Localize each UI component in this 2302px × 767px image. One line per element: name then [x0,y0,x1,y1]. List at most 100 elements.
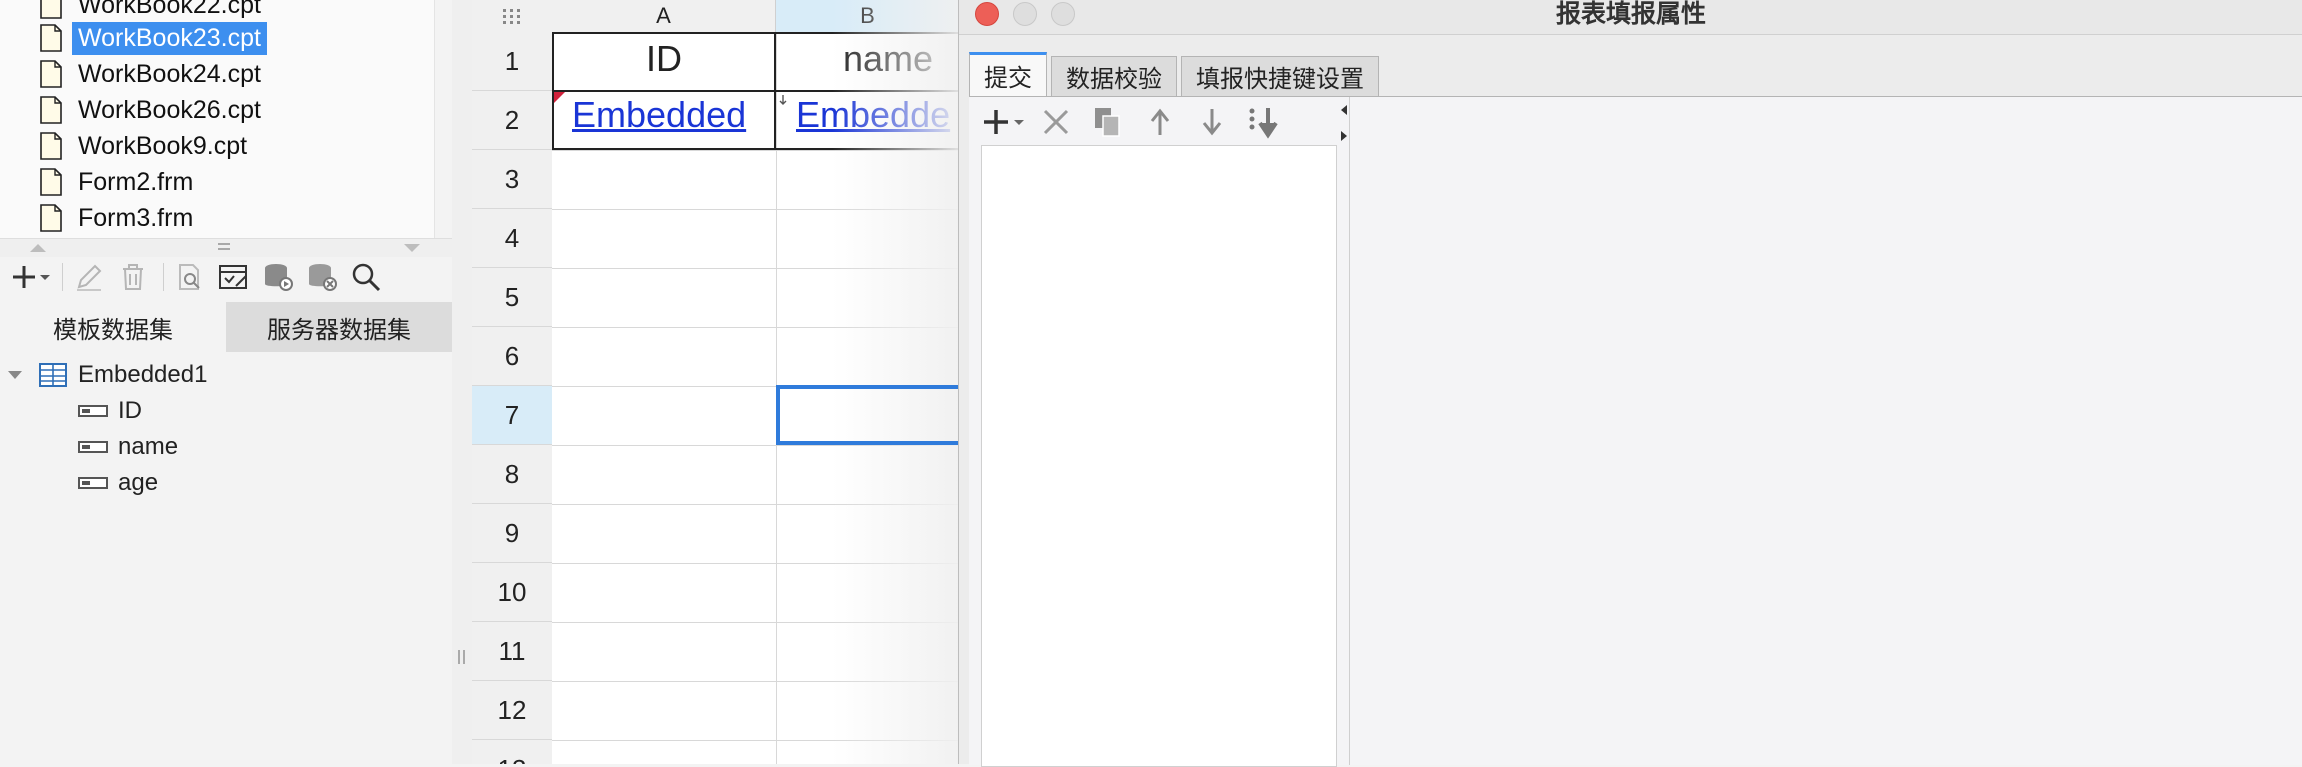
file-item[interactable]: WorkBook24.cpt [40,57,267,91]
file-list-scrollbar[interactable] [434,0,453,238]
panel-splitter[interactable] [0,238,452,257]
sheet-split-handle[interactable] [452,0,473,764]
file-item[interactable]: WorkBook26.cpt [40,93,267,127]
file-label: WorkBook24.cpt [78,59,261,88]
report-fill-properties-dialog: 报表填报属性 提交 数据校验 填报快捷键设置 [958,0,2302,767]
row-header-cell[interactable]: 11 [472,622,552,681]
file-item-selected[interactable]: WorkBook23.cpt [40,21,267,55]
row-header-cell[interactable]: 8 [472,445,552,504]
file-label: WorkBook23.cpt [72,21,267,55]
dataset-tree: Embedded1 ID name age [0,352,452,764]
plus-dropdown-icon [13,266,50,288]
plus-dropdown-icon [984,110,1024,134]
disconnect-database-button[interactable] [302,257,342,297]
file-icon [40,60,62,88]
row-header-cell[interactable]: 6 [472,327,552,386]
file-list: WorkBook22.cpt WorkBook23.cpt WorkBook24… [0,0,434,238]
field-label: name [118,433,179,460]
move-up-button[interactable] [1137,101,1183,143]
database-close-icon [309,264,337,291]
column-header-a[interactable]: A [552,0,776,32]
file-icon [40,168,62,196]
tab-data-validation[interactable]: 数据校验 [1051,56,1177,96]
dialog-tabs: 提交 数据校验 填报快捷键设置 [969,52,1383,96]
tree-node-field[interactable]: age [78,466,158,500]
dialog-title: 报表填报属性 [1555,0,1706,28]
tree-node-field[interactable]: ID [78,394,142,428]
row-header-cell-selected[interactable]: 7 [472,386,552,445]
remove-submit-button[interactable] [1033,101,1079,143]
file-label: WorkBook26.cpt [78,95,261,124]
dialog-titlebar[interactable]: 报表填报属性 [959,0,2302,35]
trash-icon [123,264,143,290]
toolbar-separator [163,263,164,291]
copy-icon [1095,108,1120,137]
preview-icon [179,264,200,290]
file-label: WorkBook22.cpt [78,0,261,19]
file-icon [40,96,62,124]
row-header-cell[interactable]: 2 [472,91,552,150]
file-icon [40,24,62,52]
collapse-arrow-icon[interactable] [1339,103,1349,143]
file-item[interactable]: Form3.frm [40,201,199,235]
row-header-cell[interactable]: 1 [472,32,552,91]
file-label: Form2.frm [78,167,194,196]
row-header-cell[interactable]: 5 [472,268,552,327]
preview-dataset-button[interactable] [170,257,210,297]
selected-cell-b7[interactable] [776,385,966,445]
field-icon [78,405,108,417]
search-icon [352,263,381,292]
cell-a2[interactable]: Embedded [572,94,772,146]
left-panel: WorkBook22.cpt WorkBook23.cpt WorkBook24… [0,0,453,764]
table-edit-icon [219,265,247,289]
connect-database-button[interactable] [258,257,298,297]
dataset-name: Embedded1 [78,361,208,388]
file-item[interactable]: Form2.frm [40,165,199,199]
arrow-down-icon [1202,109,1222,136]
row-header-cell[interactable]: 9 [472,504,552,563]
tree-node-dataset[interactable]: Embedded1 [6,358,207,392]
edit-parameter-button[interactable] [214,257,254,297]
tree-node-field[interactable]: name [78,430,178,464]
spreadsheet: A B 1 2 3 4 5 6 7 8 9 10 11 12 13 ID [452,0,960,764]
select-all-corner[interactable] [472,0,552,33]
row-header-cell[interactable]: 12 [472,681,552,740]
field-label: age [118,469,159,496]
row-header-cell[interactable]: 4 [472,209,552,268]
file-item[interactable]: WorkBook9.cpt [40,129,253,163]
field-icon [78,477,108,489]
grid-dots-icon [503,9,520,24]
copy-submit-button[interactable] [1085,101,1131,143]
tab-server-dataset[interactable]: 服务器数据集 [226,302,452,352]
cell-marker-icon [554,92,565,103]
tab-submit[interactable]: 提交 [969,52,1047,96]
database-icon [265,264,293,291]
submit-detail-panel [1350,97,2302,765]
cell-a1[interactable]: ID [552,38,776,80]
row-header-cell[interactable]: 10 [472,563,552,622]
search-button[interactable] [346,257,386,297]
delete-dataset-button[interactable] [113,257,153,297]
tab-shortcut-settings[interactable]: 填报快捷键设置 [1181,56,1379,96]
sort-button[interactable] [1241,101,1287,143]
dataset-tabs: 模板数据集 服务器数据集 [0,302,452,352]
file-icon [40,132,62,160]
edit-dataset-button[interactable] [69,257,109,297]
expand-triangle-icon[interactable] [6,366,24,384]
submit-list[interactable] [981,145,1337,767]
tab-template-dataset[interactable]: 模板数据集 [0,302,226,352]
pencil-icon [77,264,102,291]
file-item[interactable]: WorkBook22.cpt [40,0,267,22]
dataset-table-icon [39,363,67,387]
arrow-up-icon [1150,108,1170,135]
add-dataset-button[interactable] [12,257,52,297]
toolbar-separator [62,263,63,291]
close-icon [1043,109,1069,135]
dialog-content [969,96,2302,767]
row-header-cell[interactable]: 13 [472,740,552,765]
move-down-button[interactable] [1189,101,1235,143]
add-submit-button[interactable] [981,101,1027,143]
dataset-toolbar [0,256,452,298]
row-header-cell[interactable]: 3 [472,150,552,209]
file-icon [40,204,62,232]
